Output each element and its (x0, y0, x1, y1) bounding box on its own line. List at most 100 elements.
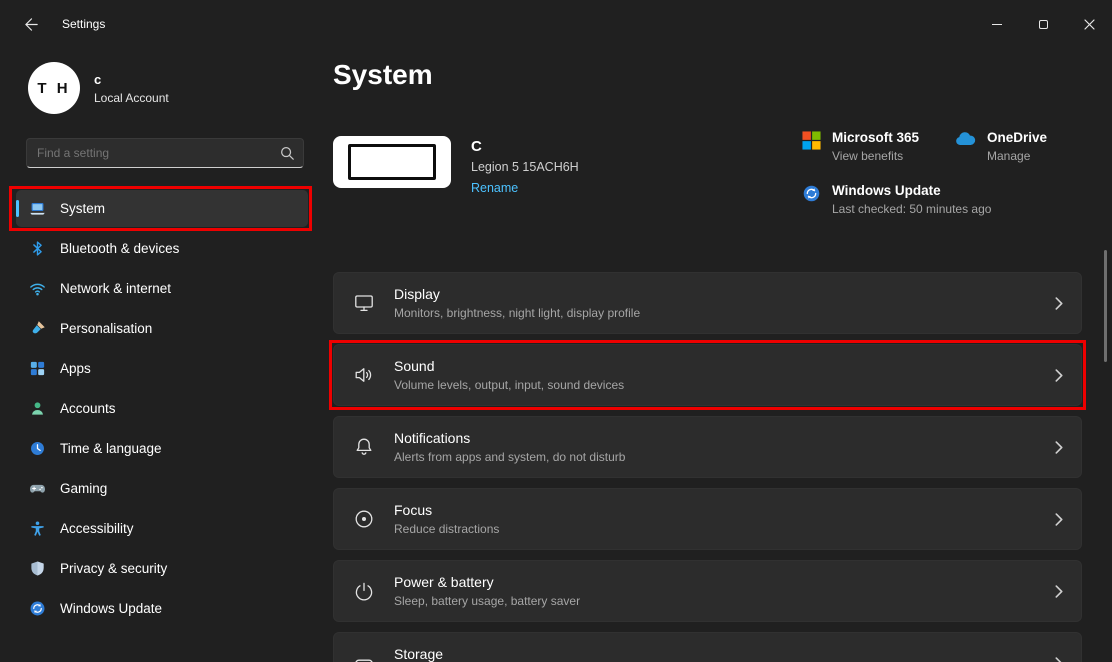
microsoft-365-icon (802, 131, 821, 150)
sidebar-item-bluetooth-devices[interactable]: Bluetooth & devices (16, 230, 308, 267)
system-icon (29, 200, 46, 217)
sidebar-item-personalisation[interactable]: Personalisation (16, 310, 308, 347)
maximize-icon (1038, 19, 1048, 29)
power-icon (353, 580, 375, 602)
sidebar-item-network-internet[interactable]: Network & internet (16, 270, 308, 307)
device-screen-graphic (348, 144, 436, 180)
sidebar-item-label: Windows Update (60, 601, 163, 616)
card-subtitle: Reduce distractions (394, 522, 500, 536)
titlebar: Settings (0, 0, 1112, 48)
sidebar-item-label: Personalisation (60, 321, 153, 336)
sidebar-item-gaming[interactable]: Gaming (16, 470, 308, 507)
bluetooth-icon (29, 240, 46, 257)
settings-window: Settings T H c Local Account Find a sett… (0, 0, 1112, 662)
windows-update-icon (802, 184, 821, 203)
device-name: C (471, 138, 482, 155)
settings-card-focus[interactable]: Focus Reduce distractions (333, 488, 1082, 550)
device-header: C Legion 5 15ACH6H Rename Microsoft 365 … (333, 130, 1082, 216)
window-controls (974, 0, 1112, 48)
quick-link-title: Windows Update (832, 183, 941, 198)
sidebar-item-system[interactable]: System (9, 186, 312, 231)
user-account-type: Local Account (94, 90, 169, 105)
close-icon (1083, 18, 1095, 30)
sidebar: T H c Local Account System (0, 48, 320, 662)
settings-card-sound[interactable]: Sound Volume levels, output, input, soun… (333, 344, 1082, 406)
chevron-right-icon (1055, 512, 1063, 526)
update-arrows-icon (29, 600, 46, 617)
annotation-box-system (9, 186, 312, 231)
view-benefits-link[interactable]: View benefits (832, 149, 919, 163)
sidebar-item-windows-update[interactable]: Windows Update (16, 590, 308, 627)
minimize-button[interactable] (974, 0, 1020, 48)
game-controller-icon (29, 480, 46, 497)
settings-card-display[interactable]: Display Monitors, brightness, night ligh… (333, 272, 1082, 334)
user-name: c (94, 71, 102, 87)
chevron-right-icon (1055, 368, 1063, 382)
clock-icon (29, 440, 46, 457)
person-icon (29, 400, 46, 417)
card-title: Notifications (394, 430, 471, 446)
sidebar-item-accounts[interactable]: Accounts (16, 390, 308, 427)
search-box[interactable] (26, 138, 304, 168)
device-image (333, 136, 451, 188)
settings-card-notifications[interactable]: Notifications Alerts from apps and syste… (333, 416, 1082, 478)
card-subtitle: Volume levels, output, input, sound devi… (394, 378, 625, 392)
sidebar-item-label: Network & internet (60, 281, 172, 296)
onedrive-cloud-icon (954, 131, 976, 147)
sidebar-item-label: System (60, 201, 106, 216)
minimize-icon (992, 23, 1002, 25)
chevron-right-icon (1055, 296, 1063, 310)
user-account[interactable]: T H c Local Account (28, 62, 320, 114)
card-subtitle: Sleep, battery usage, battery saver (394, 594, 581, 608)
storage-drive-icon (353, 652, 375, 662)
sidebar-item-accessibility[interactable]: Accessibility (16, 510, 308, 547)
page-title: System (333, 59, 433, 90)
chevron-right-icon (1055, 656, 1063, 662)
wifi-icon (29, 280, 46, 297)
avatar: T H (28, 62, 80, 114)
chevron-right-icon (1055, 440, 1063, 454)
sidebar-item-apps[interactable]: Apps (16, 350, 308, 387)
accessibility-person-icon (29, 520, 46, 537)
sidebar-item-label: Accessibility (60, 521, 134, 536)
card-title: Display (394, 286, 440, 302)
window-title: Settings (62, 17, 106, 31)
card-title: Focus (394, 502, 433, 518)
card-title: Storage (394, 646, 444, 662)
scrollbar[interactable] (1104, 250, 1107, 362)
sidebar-item-time-language[interactable]: Time & language (16, 430, 308, 467)
card-title: Sound (394, 358, 435, 374)
apps-grid-icon (29, 360, 46, 377)
quick-link-windows-update[interactable]: Windows Update Last checked: 50 minutes … (802, 183, 1082, 216)
maximize-button[interactable] (1020, 0, 1066, 48)
back-arrow-icon (24, 17, 38, 31)
sidebar-nav: System Bluetooth & devices Network & int… (0, 186, 320, 627)
main-content: System C Legion 5 15ACH6H Rename Microso… (320, 48, 1112, 662)
sidebar-item-label: Apps (60, 361, 91, 376)
sidebar-item-label: Privacy & security (60, 561, 168, 576)
chevron-right-icon (1055, 584, 1063, 598)
sidebar-item-privacy-security[interactable]: Privacy & security (16, 550, 308, 587)
last-checked-text: Last checked: 50 minutes ago (832, 202, 992, 216)
rename-link[interactable]: Rename (471, 181, 518, 195)
sidebar-item-label: Time & language (60, 441, 162, 456)
settings-card-power-battery[interactable]: Power & battery Sleep, battery usage, ba… (333, 560, 1082, 622)
quick-links: Microsoft 365 View benefits OneDrive Man… (802, 130, 1082, 216)
device-model: Legion 5 15ACH6H (471, 160, 579, 174)
settings-card-list: Display Monitors, brightness, night ligh… (329, 272, 1086, 662)
quick-link-onedrive[interactable]: OneDrive Manage (954, 130, 1082, 163)
search-input[interactable] (37, 146, 279, 160)
manage-link[interactable]: Manage (987, 149, 1047, 163)
card-subtitle: Alerts from apps and system, do not dist… (394, 450, 626, 464)
device-info: C Legion 5 15ACH6H Rename (333, 136, 579, 216)
display-icon (353, 292, 375, 314)
quick-link-title: OneDrive (987, 130, 1048, 145)
sound-speaker-icon (353, 364, 375, 386)
close-button[interactable] (1066, 0, 1112, 48)
sidebar-item-label: Gaming (60, 481, 108, 496)
back-button[interactable] (14, 8, 48, 40)
shield-icon (29, 560, 46, 577)
focus-dial-icon (353, 508, 375, 530)
settings-card-storage[interactable]: Storage Storage space, drives, configura… (333, 632, 1082, 662)
quick-link-microsoft-365[interactable]: Microsoft 365 View benefits (802, 130, 954, 163)
